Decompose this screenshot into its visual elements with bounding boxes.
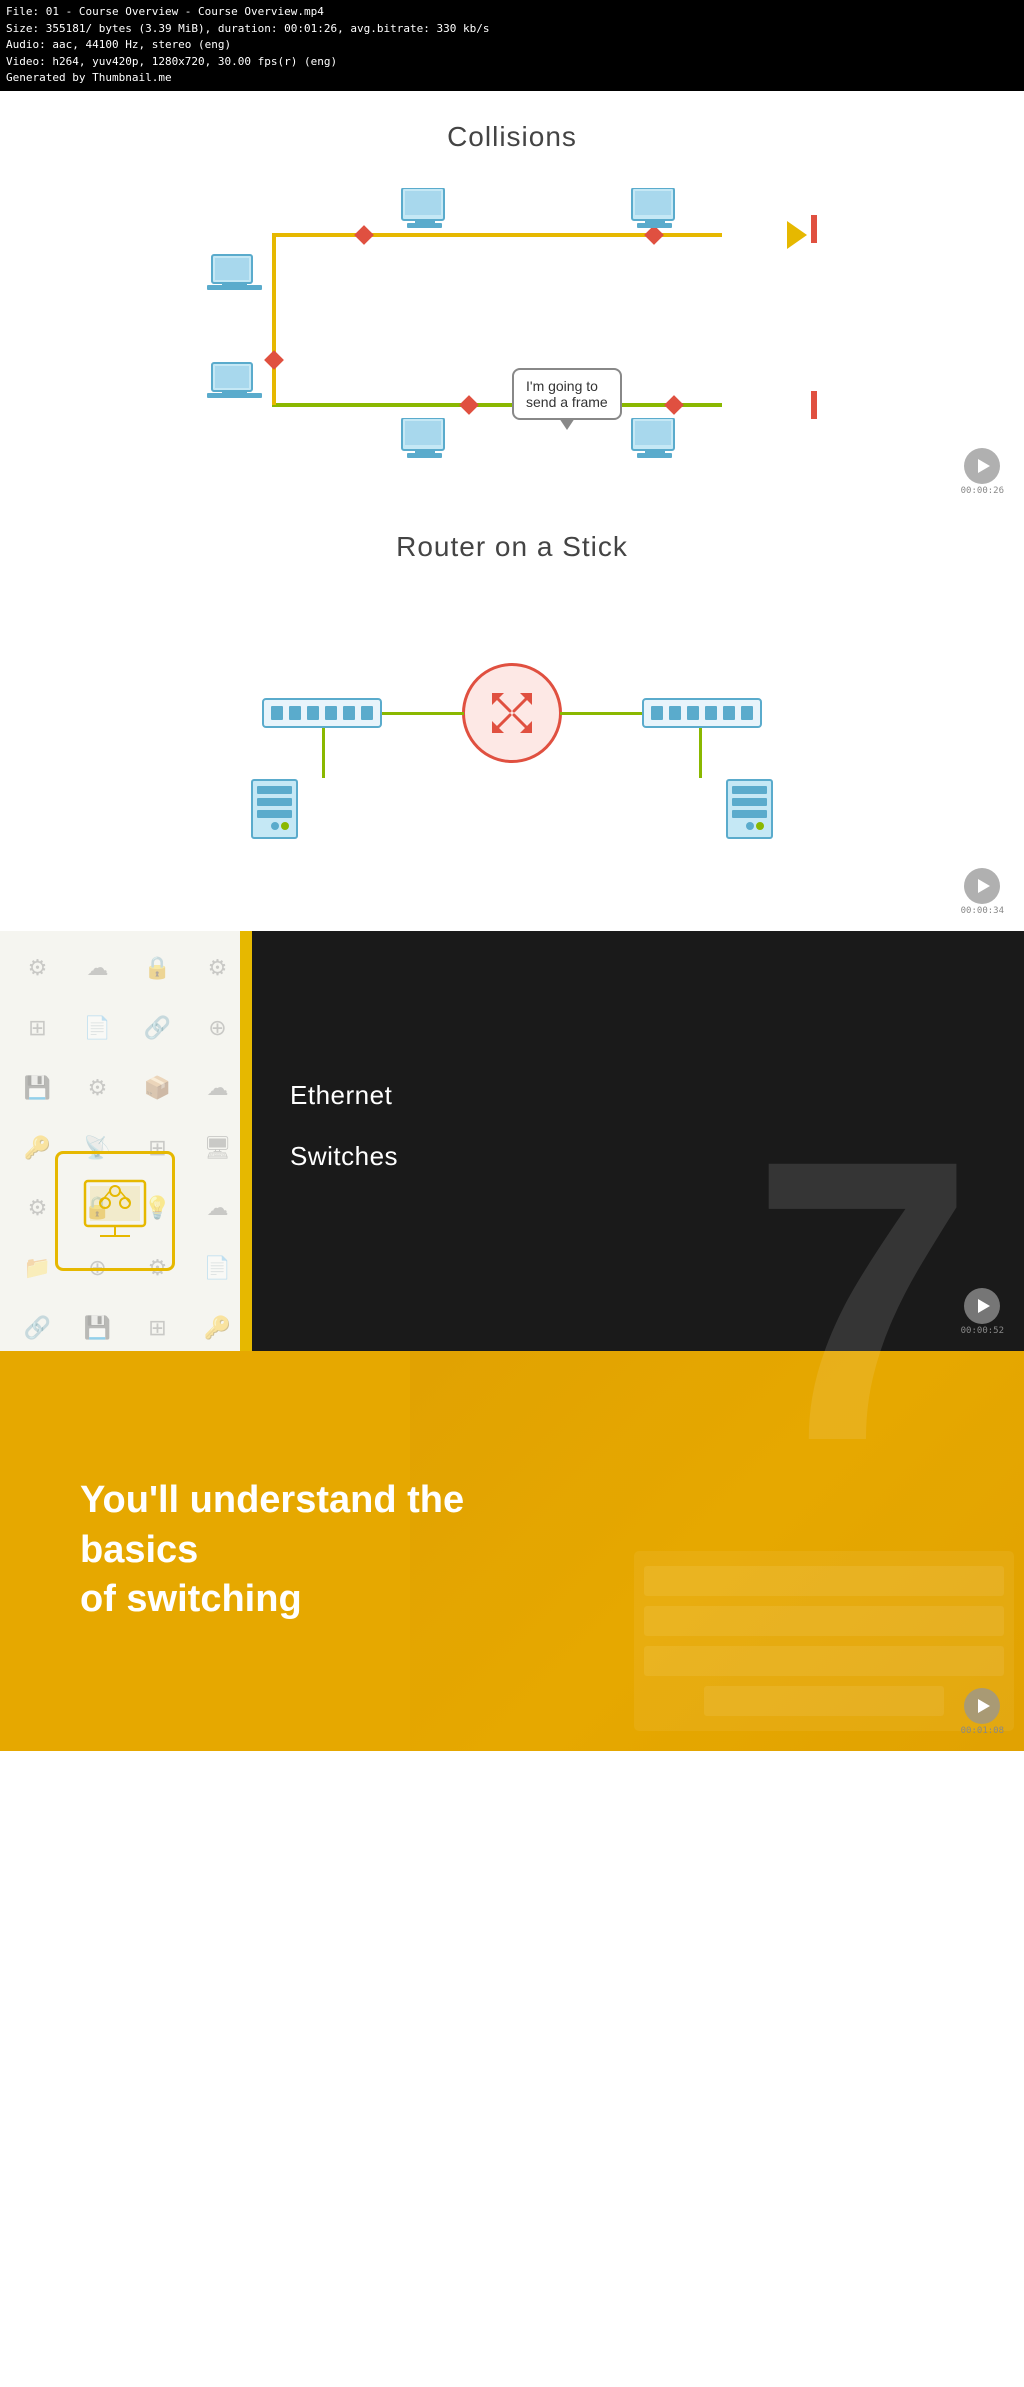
line-router-right — [560, 712, 642, 715]
pattern-icon-8: ⊕ — [190, 1001, 240, 1056]
metadata-line3: Audio: aac, 44100 Hz, stereo (eng) — [6, 37, 1018, 54]
router-section: Router on a Stick — [0, 511, 1024, 931]
port-r4 — [705, 706, 717, 720]
port-5 — [343, 706, 355, 720]
speech-line2: send a frame — [526, 394, 608, 410]
port-2 — [289, 706, 301, 720]
pattern-icon-9: 💾 — [10, 1061, 65, 1116]
play-triangle-1 — [978, 459, 990, 473]
collision-mark-5 — [664, 395, 684, 415]
pattern-grid: ⚙ ☁ 🔒 ⚙ ⊞ 📄 🔗 ⊕ 💾 ⚙ 📦 ☁ 🔑 📡 ⊞ 🖥 ⚙ 🔒 💡 ☁ … — [0, 931, 240, 1351]
collision-diagram: I'm going to send a frame — [202, 173, 822, 493]
speech-line1: I'm going to — [526, 378, 608, 394]
timestamp-4: 00:01:08 — [961, 1726, 1004, 1736]
pattern-icon-7: 🔗 — [130, 1001, 185, 1056]
port-r3 — [687, 706, 699, 720]
play-circle-1[interactable] — [964, 448, 1000, 484]
pattern-icon-24: 📄 — [190, 1241, 240, 1296]
stop-bar-green-right — [811, 391, 817, 419]
pattern-icon-6: 📄 — [70, 1001, 125, 1056]
vline-left — [272, 233, 276, 405]
port-r1 — [651, 706, 663, 720]
goals-section: 7 You'll understand the basics of switch… — [0, 1351, 1024, 1751]
port-r6 — [741, 706, 753, 720]
green-line-bottom — [272, 403, 722, 407]
timestamp-1: 00:00:26 — [961, 486, 1004, 496]
arrow-right-icon — [787, 221, 807, 249]
metadata-bar: File: 01 - Course Overview - Course Over… — [0, 0, 1024, 91]
monitor-network-icon — [75, 1171, 155, 1251]
collision-mark-1 — [354, 225, 374, 245]
computer-bottom-left — [207, 361, 262, 411]
collision-mark-4 — [459, 395, 479, 415]
computer-bottom-right — [627, 418, 682, 468]
switch-right — [642, 698, 762, 728]
metadata-line4: Video: h264, yuv420p, 1280x720, 30.00 fp… — [6, 54, 1018, 71]
left-pattern: ⚙ ☁ 🔒 ⚙ ⊞ 📄 🔗 ⊕ 💾 ⚙ 📦 ☁ 🔑 📡 ⊞ 🖥 ⚙ 🔒 💡 ☁ … — [0, 931, 240, 1351]
switch-left — [262, 698, 382, 728]
play-triangle-3 — [978, 1299, 990, 1313]
pattern-icon-27: ⊞ — [130, 1301, 185, 1351]
pattern-icon-4: ⚙ — [190, 941, 240, 996]
router-icon — [462, 663, 562, 763]
metadata-line1: File: 01 - Course Overview - Course Over… — [6, 4, 1018, 21]
switch-right-ports — [644, 700, 760, 726]
collisions-title: Collisions — [20, 121, 1004, 153]
play-circle-2[interactable] — [964, 868, 1000, 904]
pattern-icon-20: ☁ — [190, 1181, 240, 1236]
pattern-highlight-box — [55, 1151, 175, 1271]
stop-bar-right — [811, 215, 817, 243]
speech-bubble: I'm going to send a frame — [512, 368, 622, 420]
play-button-2[interactable]: 00:00:34 — [961, 868, 1004, 916]
play-circle-4[interactable] — [964, 1688, 1000, 1724]
play-button-4[interactable]: 00:01:08 — [961, 1688, 1004, 1736]
pattern-icon-25: 🔗 — [10, 1301, 65, 1351]
port-1 — [271, 706, 283, 720]
line-router-left — [382, 712, 464, 715]
collision-mark-3 — [264, 350, 284, 370]
yellow-accent-bar — [240, 931, 252, 1351]
port-r2 — [669, 706, 681, 720]
switch-left-ports — [264, 700, 380, 726]
computer-top-left — [207, 253, 262, 303]
pattern-icon-10: ⚙ — [70, 1061, 125, 1116]
pattern-icon-2: ☁ — [70, 941, 125, 996]
vline-server-left — [322, 728, 325, 778]
pattern-icon-26: 💾 — [70, 1301, 125, 1351]
pattern-icon-1: ⚙ — [10, 941, 65, 996]
timestamp-2: 00:00:34 — [961, 906, 1004, 916]
collisions-section: Collisions — [0, 91, 1024, 511]
pattern-icon-16: 🖥 — [190, 1121, 240, 1176]
goal-line1: You'll understand the basics — [80, 1479, 464, 1570]
pattern-icon-3: 🔒 — [130, 941, 185, 996]
goals-text: You'll understand the basics of switchin… — [80, 1476, 580, 1624]
goal-line2: of switching — [80, 1578, 302, 1620]
pattern-icon-11: 📦 — [130, 1061, 185, 1116]
port-4 — [325, 706, 337, 720]
port-6 — [361, 706, 373, 720]
pattern-icon-28: 🔑 — [190, 1301, 240, 1351]
router-diagram — [202, 583, 822, 883]
play-button-1[interactable]: 00:00:26 — [961, 448, 1004, 496]
server-left — [247, 778, 302, 838]
server-right — [722, 778, 777, 838]
play-triangle-2 — [978, 879, 990, 893]
computer-top-mid — [397, 188, 452, 238]
pattern-icon-5: ⊞ — [10, 1001, 65, 1056]
router-title: Router on a Stick — [20, 531, 1004, 563]
play-triangle-4 — [978, 1699, 990, 1713]
port-r5 — [723, 706, 735, 720]
vline-server-right — [699, 728, 702, 778]
metadata-line5: Generated by Thumbnail.me — [6, 70, 1018, 87]
pattern-icon-12: ☁ — [190, 1061, 240, 1116]
computer-top-right — [627, 188, 682, 238]
metadata-line2: Size: 355181/ bytes (3.39 MiB), duration… — [6, 21, 1018, 38]
computer-bottom-mid — [397, 418, 452, 468]
port-3 — [307, 706, 319, 720]
